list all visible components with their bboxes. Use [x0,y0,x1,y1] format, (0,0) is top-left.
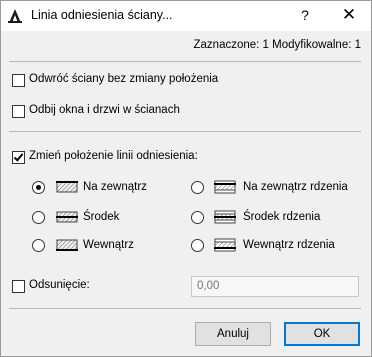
radio-core-outside-label[interactable]: Na zewnątrz rdzenia [243,181,348,193]
change-ref-line-checkbox[interactable] [12,151,25,164]
offset-label[interactable]: Odsunięcie: [29,279,90,291]
reverse-walls-label[interactable]: Odwróć ściany bez zmiany położenia [29,73,218,85]
separator [9,61,361,62]
reverse-walls-checkbox[interactable] [12,74,25,87]
core-center-icon [214,210,236,224]
help-button[interactable]: ? [297,5,313,25]
radio-ref-outside-label[interactable]: Na zewnątrz [83,181,147,193]
offset-input[interactable]: 0,00 [191,276,359,297]
radio-core-outside[interactable] [191,181,204,194]
mirror-openings-checkbox[interactable] [12,105,25,118]
mirror-openings-label[interactable]: Odbij okna i drzwi w ścianach [29,104,180,116]
separator [9,131,361,132]
radio-ref-center[interactable] [32,211,45,224]
title-bar: Linia odniesienia ściany... ? ✕ [1,1,371,31]
radio-ref-inside-label[interactable]: Wewnątrz [83,239,134,251]
close-button[interactable]: ✕ [334,5,364,25]
radio-core-inside-label[interactable]: Wewnątrz rdzenia [243,239,335,251]
dialog-window: Linia odniesienia ściany... ? ✕ Zaznaczo… [0,0,372,357]
radio-ref-outside[interactable] [32,181,45,194]
selection-status: Zaznaczone: 1 Modyfikowalne: 1 [193,39,361,51]
change-ref-line-label[interactable]: Zmień położenie linii odniesienia: [29,150,198,162]
offset-checkbox[interactable] [12,280,25,293]
wall-outside-icon [56,181,78,193]
ok-button[interactable]: OK [284,322,360,346]
radio-core-center-label[interactable]: Środek rdzenia [243,211,320,223]
archicad-app-icon [8,9,22,23]
wall-inside-icon [56,239,78,251]
wall-center-icon [56,211,78,223]
radio-ref-inside[interactable] [32,239,45,252]
radio-ref-center-label[interactable]: Środek [83,211,119,223]
radio-core-center[interactable] [191,211,204,224]
dialog-title: Linia odniesienia ściany... [31,8,173,22]
core-outside-icon [214,180,236,194]
radio-core-inside[interactable] [191,239,204,252]
cancel-button[interactable]: Anuluj [195,322,271,346]
core-inside-icon [214,238,236,252]
separator [9,308,361,309]
